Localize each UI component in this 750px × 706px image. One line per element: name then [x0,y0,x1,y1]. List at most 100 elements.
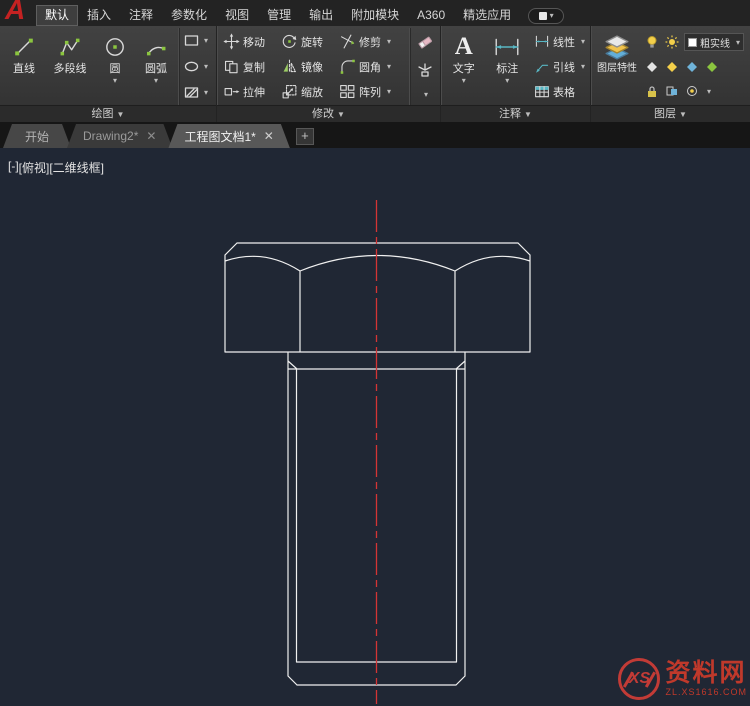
chevron-down-icon: ▾ [153,76,158,85]
chevron-down-icon: ▾ [387,87,392,96]
close-icon[interactable]: ✕ [264,130,274,142]
file-tab-start[interactable]: 开始 [3,124,71,148]
layers-icon [604,31,630,63]
panel-title-annotate[interactable]: 注释 ▼ [441,105,590,122]
fillet-button[interactable]: 圆角 ▾ [336,54,408,79]
menu-tab-insert[interactable]: 插入 [78,5,120,26]
panel-modify: 移动 旋转 修剪 ▾ 复制 镜像 圆角 ▾ 拉伸 缩放 阵列 ▾ ▾ 修改 ▼ [216,26,440,122]
plus-icon: + [301,128,309,143]
hex-bolt-drawing [224,200,531,704]
panel-title-modify[interactable]: 修改 ▼ [217,105,440,122]
trim-label: 修剪 [359,36,381,49]
menu-tab-a360[interactable]: A360 [408,5,454,26]
array-button[interactable]: 阵列 ▾ [336,79,408,104]
scale-button[interactable]: 缩放 [278,79,336,104]
panel-draw: 直线 多段线 圆 ▾ 圆弧 ▾ ▾ ▾ ▾ 绘图 ▼ [0,26,216,122]
mirror-icon [283,59,297,74]
menu-tab-addins[interactable]: 附加模块 [342,5,408,26]
ellipse-tool-button[interactable]: ▾ [184,60,213,73]
text-icon: A [454,33,473,60]
copy-icon [224,60,238,74]
viewport-visual-style-button[interactable]: [二维线框] [49,159,104,176]
drawing-canvas[interactable]: [-] [俯视] [二维线框] XS 资料网 ZL.XS1616.COM [0,148,750,706]
chevron-down-icon: ▾ [580,37,585,46]
new-tab-button[interactable]: + [295,128,314,145]
line-tool-button[interactable]: 直线 [3,28,45,105]
layer-lock-icon[interactable] [644,83,660,99]
table-label: 表格 [552,86,575,99]
linear-dimension-button[interactable]: 线性 ▾ [531,30,588,53]
panel-title-draw[interactable]: 绘图 ▼ [0,105,216,122]
menu-tab-featured-apps[interactable]: 精选应用 [454,5,520,26]
layer-freeze-sun-icon[interactable] [664,34,680,50]
layer-state-icon[interactable] [704,59,720,75]
bolt-outline [224,242,531,686]
erase-button[interactable] [416,34,434,50]
close-icon[interactable]: ✕ [146,130,156,142]
copy-button[interactable]: 复制 [220,54,278,79]
menu-tab-view[interactable]: 视图 [216,5,258,26]
move-button[interactable]: 移动 [220,29,278,54]
layer-state-icon[interactable] [664,59,680,75]
explode-button[interactable] [417,63,433,77]
polyline-tool-button[interactable]: 多段线 [45,28,95,105]
draw-extra-tools: ▾ ▾ ▾ [179,28,213,105]
modify-more-button[interactable]: ▾ [421,90,428,99]
viewport-view-button[interactable]: [俯视] [19,159,50,176]
stretch-button[interactable]: 拉伸 [220,79,278,104]
array-icon [340,84,355,99]
chevron-down-icon: ▼ [116,110,125,119]
linear-dimension-icon [535,35,549,47]
layer-isolate-icon[interactable] [684,83,700,99]
autocad-window: A 默认 插入 注释 参数化 视图 管理 输出 附加模块 A360 精选应用 ▾ [0,0,750,706]
fillet-label: 圆角 [359,61,381,74]
dimension-tool-button[interactable]: 标注 ▾ [484,28,531,105]
autocad-app-menu-button[interactable]: A [0,0,36,26]
menu-tab-manage[interactable]: 管理 [258,5,300,26]
viewport-controls-button[interactable]: [-] [8,159,19,176]
layer-properties-button[interactable]: 图层特性 [594,28,640,105]
file-tab-document1-label: 工程图文档1* [184,129,256,144]
menu-tab-output[interactable]: 输出 [300,5,342,26]
file-tab-start-label: 开始 [25,129,50,144]
text-tool-button[interactable]: A 文字 ▾ [444,28,484,105]
panel-title-layers[interactable]: 图层 ▼ [591,105,750,122]
mirror-button[interactable]: 镜像 [278,54,336,79]
file-tab-document1[interactable]: 工程图文档1* ✕ [168,124,289,148]
ribbon-display-toggle[interactable]: ▾ [528,8,565,24]
polyline-icon [59,31,81,63]
arc-icon [145,31,167,63]
file-tab-drawing2[interactable]: Drawing2* ✕ [67,124,172,148]
chevron-down-icon: ▾ [204,36,209,46]
watermark-site-name: 资料网 [665,659,747,687]
polyline-label: 多段线 [53,63,87,75]
layer-state-icon[interactable] [684,59,700,75]
arc-tool-button[interactable]: 圆弧 ▾ [135,28,177,105]
trim-button[interactable]: 修剪 ▾ [336,29,408,54]
scale-icon [282,84,297,99]
chevron-down-icon: ▾ [204,61,209,71]
leader-button[interactable]: 引线 ▾ [531,55,588,78]
hatch-tool-button[interactable]: ▾ [184,86,213,99]
table-button[interactable]: 表格 [531,80,588,103]
leader-icon [535,64,549,73]
layer-match-icon[interactable] [664,83,680,99]
chevron-down-icon: ▼ [524,110,532,119]
copy-label: 复制 [243,61,265,74]
rotate-button[interactable]: 旋转 [278,29,336,54]
rectangle-tool-button[interactable]: ▾ [184,34,213,47]
rotate-label: 旋转 [301,36,323,49]
draw-panel-label: 绘图 [91,108,114,120]
menu-tab-default[interactable]: 默认 [36,5,79,26]
menu-tab-annotate[interactable]: 注释 [120,5,162,26]
chevron-down-icon: ▾ [423,89,428,99]
layer-on-off-bulb-icon[interactable] [644,34,660,50]
layer-state-icon[interactable] [644,59,660,75]
circle-tool-button[interactable]: 圆 ▾ [95,28,135,105]
menu-tab-parametric[interactable]: 参数化 [162,5,216,26]
chevron-down-icon: ▾ [204,87,209,97]
current-layer-select[interactable]: 粗实线 ▾ [684,33,745,51]
dimension-icon [493,31,521,63]
modify-extra-tools: ▾ [410,28,438,105]
viewport-controls: [-] [俯视] [二维线框] [8,159,104,176]
